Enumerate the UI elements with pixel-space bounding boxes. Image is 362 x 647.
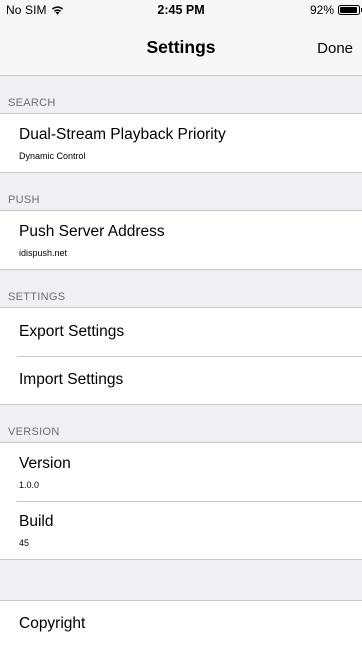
cell-subtitle: Dynamic Control bbox=[19, 151, 86, 161]
settings-table[interactable]: SEARCH Dual-Stream Playback Priority Dyn… bbox=[0, 76, 362, 647]
section-settings: Export Settings Import Settings bbox=[0, 308, 362, 405]
section-header-search: SEARCH bbox=[0, 76, 362, 114]
status-bar: No SIM 2:45 PM 92% bbox=[0, 0, 362, 20]
cell-title: Push Server Address bbox=[19, 223, 165, 240]
import-settings-cell[interactable]: Import Settings bbox=[0, 356, 362, 404]
battery-icon bbox=[338, 5, 362, 15]
section-version: Version 1.0.0 Build 45 bbox=[0, 443, 362, 560]
section-header-settings: SETTINGS bbox=[0, 270, 362, 308]
battery-fill bbox=[340, 7, 357, 13]
version-cell[interactable]: Version 1.0.0 bbox=[0, 443, 362, 501]
status-time: 2:45 PM bbox=[157, 3, 205, 17]
section-header-version: VERSION bbox=[0, 405, 362, 443]
cell-title: Dual-Stream Playback Priority bbox=[19, 126, 226, 143]
export-settings-cell[interactable]: Export Settings bbox=[0, 308, 362, 356]
copyright-cell[interactable]: Copyright bbox=[0, 600, 362, 647]
battery-percent: 92% bbox=[309, 3, 334, 17]
cell-title: Import Settings bbox=[19, 371, 124, 388]
done-button[interactable]: Done bbox=[317, 40, 353, 57]
cell-title: Export Settings bbox=[19, 323, 125, 340]
cell-title: Version bbox=[19, 455, 71, 472]
page-title: Settings bbox=[146, 37, 216, 57]
cell-subtitle: idispush.net bbox=[19, 248, 68, 258]
screen: No SIM 2:45 PM 92% Settings Done SEARCH bbox=[0, 0, 362, 647]
cell-subtitle: 1.0.0 bbox=[19, 480, 40, 490]
cell-title: Build bbox=[19, 513, 54, 530]
cell-subtitle: 45 bbox=[19, 538, 30, 548]
cell-title: Copyright bbox=[19, 615, 86, 632]
section-push: Push Server Address idispush.net bbox=[0, 211, 362, 270]
push-server-address-cell[interactable]: Push Server Address idispush.net bbox=[0, 211, 362, 269]
build-cell[interactable]: Build 45 bbox=[0, 501, 362, 559]
status-right: 92% bbox=[309, 0, 362, 20]
dual-stream-priority-cell[interactable]: Dual-Stream Playback Priority Dynamic Co… bbox=[0, 114, 362, 172]
section-search: Dual-Stream Playback Priority Dynamic Co… bbox=[0, 114, 362, 173]
navigation-bar: Settings Done bbox=[0, 20, 362, 76]
section-header-push: PUSH bbox=[0, 173, 362, 211]
